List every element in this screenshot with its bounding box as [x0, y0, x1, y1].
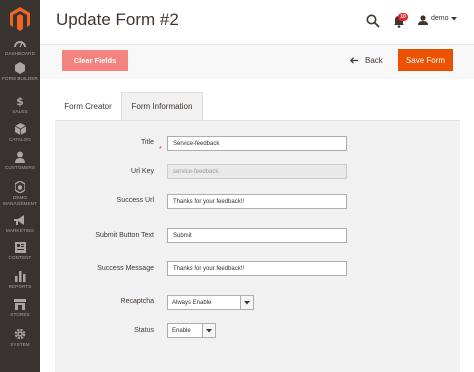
sidebar-item-content[interactable]: CONTENT — [0, 241, 40, 261]
sidebar-item-label: CONTENT — [8, 255, 32, 260]
back-button[interactable]: Back — [350, 51, 383, 69]
sidebar-item-label: CATALOG — [9, 137, 31, 142]
user-icon[interactable] — [418, 15, 428, 25]
success-message-label: Success Message — [97, 265, 154, 272]
sidebar-item-system[interactable]: SYSTEM — [0, 328, 40, 348]
sidebar-item-sales[interactable]: $ SALES — [0, 95, 40, 115]
catalog-icon — [13, 123, 27, 135]
demo-management-icon — [13, 181, 27, 193]
chevron-down-icon — [202, 324, 215, 337]
tab-form-information[interactable]: Form Information — [121, 92, 203, 120]
arrow-left-icon — [350, 56, 358, 64]
page-title: Update Form #2 — [56, 10, 179, 29]
title-label: Title — [141, 139, 154, 146]
success-url-label: Success Url — [116, 197, 154, 204]
stores-icon — [13, 298, 27, 310]
notification-badge: 10 — [398, 13, 408, 21]
title-field[interactable]: Service-feedback — [167, 136, 347, 151]
tab-form-creator[interactable]: Form Creator — [55, 92, 121, 120]
status-label: Status — [134, 327, 154, 334]
form-information-panel — [55, 120, 460, 372]
sidebar-item-form-builder[interactable]: FORM BUILDER — [0, 62, 40, 82]
sidebar-item-stores[interactable]: STORES — [0, 298, 40, 318]
sidebar-item-label: STORES — [10, 312, 30, 317]
submit-button-text-label: Submit Button Text — [95, 232, 154, 239]
sidebar-item-label: SALES — [12, 109, 28, 114]
admin-sidebar: DASHBOARD FORM BUILDER $ SALES CATALOG C… — [0, 0, 40, 372]
required-asterisk: * — [159, 146, 162, 153]
magento-logo[interactable] — [10, 7, 30, 31]
svg-text:$: $ — [16, 95, 24, 107]
sidebar-item-label: DASHBOARD — [5, 51, 35, 56]
status-value: Enable — [172, 327, 191, 334]
recaptcha-select[interactable]: Always Enable — [167, 295, 254, 310]
user-name[interactable]: demo — [431, 15, 449, 22]
back-label: Back — [365, 55, 383, 65]
chevron-down-icon[interactable] — [450, 16, 458, 22]
dollar-icon: $ — [13, 95, 27, 107]
form-builder-icon — [13, 62, 27, 74]
sidebar-item-label: REPORTS — [8, 284, 32, 289]
url-key-field[interactable]: service-feedback — [167, 164, 347, 179]
sidebar-item-label: MARKETING — [5, 228, 35, 233]
save-form-button[interactable]: Save Form — [398, 49, 453, 71]
megaphone-icon — [13, 214, 27, 226]
sidebar-item-label: CUSTOMERS — [4, 165, 36, 170]
url-key-label: Url Key — [131, 168, 154, 175]
clear-fields-button[interactable]: Clear Fields — [62, 50, 128, 71]
dashboard-icon — [13, 37, 27, 49]
sidebar-item-customers[interactable]: CUSTOMERS — [0, 151, 40, 171]
sidebar-item-label: SYSTEM — [10, 342, 30, 347]
gear-icon — [13, 328, 27, 340]
customers-icon — [13, 151, 27, 163]
reports-icon — [13, 270, 27, 282]
sidebar-item-label: DEMO MANAGEMENT — [3, 195, 37, 206]
success-url-field[interactable]: Thanks for your feedback!! — [167, 194, 347, 209]
search-icon[interactable] — [366, 14, 380, 28]
chevron-down-icon — [240, 296, 253, 309]
submit-button-text-field[interactable]: Submit — [167, 228, 347, 243]
sidebar-item-dashboard[interactable]: DASHBOARD — [0, 37, 40, 57]
success-message-field[interactable]: Thanks for your feedback!! — [167, 261, 347, 276]
sidebar-item-catalog[interactable]: CATALOG — [0, 123, 40, 143]
recaptcha-value: Always Enable — [172, 299, 212, 306]
sidebar-item-marketing[interactable]: MARKETING — [0, 214, 40, 234]
sidebar-item-reports[interactable]: REPORTS — [0, 270, 40, 290]
sidebar-item-label: FORM BUILDER — [2, 76, 38, 81]
sidebar-item-demo-management[interactable]: DEMO MANAGEMENT — [0, 181, 40, 206]
content-icon — [13, 241, 27, 253]
status-select[interactable]: Enable — [167, 323, 216, 338]
recaptcha-label: Recaptcha — [120, 298, 154, 305]
